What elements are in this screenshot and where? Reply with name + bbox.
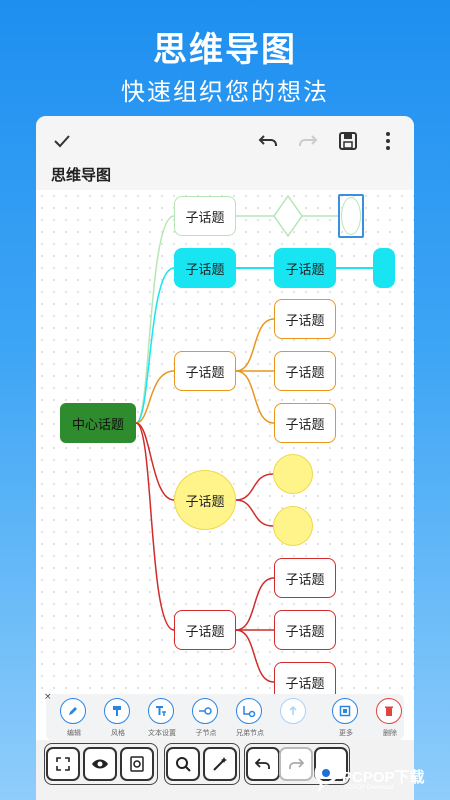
node-tools-panel: × 编辑 风格 文本设置 子节点 兄弟节点 更多 删除 xyxy=(44,692,404,740)
subtopic-node[interactable]: 子话题 xyxy=(274,351,336,391)
document-title-bar: 思维导图 xyxy=(36,158,414,190)
mindmap-canvas[interactable]: 中心话题 子话题 子话题 子话题 子话题 子话题 子话题 子话题 子话题 子话题… xyxy=(36,190,414,702)
subtopic-node[interactable]: 子话题 xyxy=(174,610,236,650)
paint-roller-icon xyxy=(104,698,130,724)
magic-wand-icon[interactable] xyxy=(203,747,237,781)
subtopic-node[interactable]: 子话题 xyxy=(274,610,336,650)
redo-icon[interactable] xyxy=(279,747,313,781)
more-icon xyxy=(332,698,358,724)
ellipse-node-shape xyxy=(341,197,361,235)
watermark-text: PCPOP下载 xyxy=(342,769,425,786)
more-vert-icon[interactable] xyxy=(376,129,400,153)
redo-icon[interactable] xyxy=(296,129,320,153)
add-sibling-node-button[interactable]: 兄弟节点 xyxy=(228,698,272,738)
subtopic-node[interactable]: 子话题 xyxy=(174,470,236,530)
subtopic-node[interactable]: 子话题 xyxy=(274,558,336,598)
add-sibling-node-icon xyxy=(236,698,262,724)
close-tools-icon[interactable]: × xyxy=(44,692,52,702)
promo-title: 思维导图 xyxy=(153,30,297,70)
delete-label: 删除 xyxy=(383,729,397,737)
eye-icon[interactable] xyxy=(83,747,117,781)
subtopic-node[interactable] xyxy=(373,248,395,288)
subtopic-node[interactable]: 子话题 xyxy=(174,196,236,236)
app-window: 思维导图 中心话题 子话题 子话题 子话题 子话题 子话题 子话题 子话题 子话… xyxy=(36,116,414,800)
check-icon[interactable] xyxy=(50,129,74,153)
subtopic-node[interactable]: 子话题 xyxy=(274,248,336,288)
undo-icon[interactable] xyxy=(256,129,280,153)
trash-icon xyxy=(376,698,402,724)
settings-doc-icon[interactable] xyxy=(120,747,154,781)
subtopic-node[interactable]: 子话题 xyxy=(174,248,236,288)
pencil-icon xyxy=(60,698,86,724)
subtopic-node[interactable] xyxy=(338,194,364,238)
fullscreen-icon[interactable] xyxy=(46,747,80,781)
diamond-node-shape xyxy=(273,194,303,238)
promo-subtitle: 快速组织您的想法 xyxy=(121,78,329,106)
subtopic-node[interactable]: 子话题 xyxy=(174,351,236,391)
subtopic-node[interactable] xyxy=(273,454,313,494)
move-up-button[interactable] xyxy=(272,698,316,738)
subtopic-node[interactable]: 子话题 xyxy=(274,403,336,443)
watermark: PCPOP下载 PCPOP Download xyxy=(312,760,450,800)
center-topic-node[interactable]: 中心话题 xyxy=(60,403,136,443)
arrow-up-icon xyxy=(280,698,306,724)
text-format-icon xyxy=(148,698,174,724)
save-icon[interactable] xyxy=(336,129,360,153)
undo-icon[interactable] xyxy=(246,747,280,781)
add-child-node-icon xyxy=(192,698,218,724)
watermark-subtext: PCPOP Download xyxy=(344,785,394,791)
subtopic-node[interactable]: 子话题 xyxy=(274,299,336,339)
add-sibling-node-label: 兄弟节点 xyxy=(236,729,264,737)
subtopic-node[interactable] xyxy=(273,506,313,546)
document-title: 思维导图 xyxy=(51,166,112,184)
zoom-icon[interactable] xyxy=(166,747,200,781)
pcpop-logo-icon xyxy=(314,761,338,792)
delete-button[interactable]: 删除 xyxy=(368,698,412,738)
